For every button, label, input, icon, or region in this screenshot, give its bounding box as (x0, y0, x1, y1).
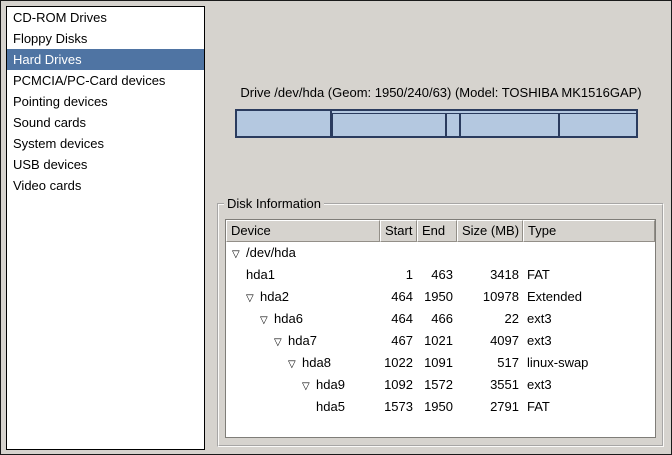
device-cell: ▽hda8 (226, 352, 380, 374)
partition-segment-hda9 (460, 113, 559, 137)
table-row-hda1[interactable]: hda1 14633418FAT (226, 264, 655, 286)
type-cell: FAT (523, 396, 655, 418)
device-name: hda2 (260, 289, 289, 304)
size-cell: 3551 (457, 374, 523, 396)
start-cell: 467 (380, 330, 417, 352)
end-cell: 1572 (417, 374, 457, 396)
end-cell: 1091 (417, 352, 457, 374)
expander-icon[interactable]: ▽ (232, 244, 246, 264)
start-cell: 464 (380, 286, 417, 308)
start-cell: 1 (380, 264, 417, 286)
expander-icon[interactable]: ▽ (288, 354, 302, 374)
column-header-device[interactable]: Device (226, 220, 380, 242)
table-body: ▽/dev/hdahda114633418FAT▽hda246419501097… (226, 242, 655, 418)
device-name: hda5 (316, 399, 345, 414)
sidebar-item-floppy-disks[interactable]: Floppy Disks (7, 28, 204, 49)
start-cell: 1573 (380, 396, 417, 418)
table-row-hda5[interactable]: hda5 157319502791FAT (226, 396, 655, 418)
device-cell: hda5 (226, 396, 380, 418)
drive-title: Drive /dev/hda (Geom: 1950/240/63) (Mode… (217, 85, 665, 100)
table-row-hda9[interactable]: ▽hda9109215723551ext3 (226, 374, 655, 396)
table-row-hda6[interactable]: ▽hda646446622ext3 (226, 308, 655, 330)
type-cell: ext3 (523, 330, 655, 352)
device-cell: hda1 (226, 264, 380, 286)
device-name: hda7 (288, 333, 317, 348)
table-row-dev-hda[interactable]: ▽/dev/hda (226, 242, 655, 264)
expander-icon[interactable]: ▽ (260, 310, 274, 330)
end-cell: 466 (417, 308, 457, 330)
device-name: hda9 (316, 377, 345, 392)
end-cell: 1950 (417, 286, 457, 308)
expander-icon[interactable]: ▽ (274, 332, 288, 352)
device-cell: ▽hda7 (226, 330, 380, 352)
type-cell: ext3 (523, 308, 655, 330)
partition-segment-hda1 (236, 110, 331, 137)
table-row-hda7[interactable]: ▽hda746710214097ext3 (226, 330, 655, 352)
end-cell: 1950 (417, 396, 457, 418)
device-name: hda1 (246, 267, 275, 282)
partition-segment-hda5 (559, 113, 637, 137)
device-cell: ▽hda6 (226, 308, 380, 330)
size-cell: 2791 (457, 396, 523, 418)
start-cell: 464 (380, 308, 417, 330)
start-cell: 1092 (380, 374, 417, 396)
size-cell: 3418 (457, 264, 523, 286)
type-cell (523, 242, 655, 264)
end-cell: 1021 (417, 330, 457, 352)
size-cell (457, 242, 523, 264)
expander-icon[interactable]: ▽ (302, 376, 316, 396)
device-cell: ▽/dev/hda (226, 242, 380, 264)
sidebar-item-hard-drives[interactable]: Hard Drives (7, 49, 204, 70)
table-row-hda8[interactable]: ▽hda810221091517linux-swap (226, 352, 655, 374)
column-header-end[interactable]: End (417, 220, 457, 242)
sidebar-item-video-cards[interactable]: Video cards (7, 175, 204, 196)
size-cell: 517 (457, 352, 523, 374)
table-header-row: DeviceStartEndSize (MB)Type (226, 220, 655, 242)
sidebar-item-system-devices[interactable]: System devices (7, 133, 204, 154)
type-cell: FAT (523, 264, 655, 286)
table-row-hda2[interactable]: ▽hda2464195010978Extended (226, 286, 655, 308)
device-name: hda6 (274, 311, 303, 326)
device-name: /dev/hda (246, 245, 296, 260)
device-cell: ▽hda9 (226, 374, 380, 396)
type-cell: ext3 (523, 374, 655, 396)
column-header-start[interactable]: Start (380, 220, 417, 242)
size-cell: 4097 (457, 330, 523, 352)
device-category-list: CD-ROM DrivesFloppy DisksHard DrivesPCMC… (6, 6, 205, 450)
device-cell: ▽hda2 (226, 286, 380, 308)
device-name: hda8 (302, 355, 331, 370)
disk-information-label: Disk Information (224, 196, 324, 211)
sidebar-item-usb-devices[interactable]: USB devices (7, 154, 204, 175)
partition-segment-hda7 (332, 113, 446, 137)
size-cell: 10978 (457, 286, 523, 308)
start-cell (380, 242, 417, 264)
end-cell: 463 (417, 264, 457, 286)
hardware-browser-window: CD-ROM DrivesFloppy DisksHard DrivesPCMC… (0, 0, 672, 455)
partition-bar (235, 109, 638, 138)
disk-information-frame: Disk Information DeviceStartEndSize (MB)… (217, 196, 664, 447)
sidebar-item-pointing-devices[interactable]: Pointing devices (7, 91, 204, 112)
size-cell: 22 (457, 308, 523, 330)
type-cell: linux-swap (523, 352, 655, 374)
column-header-size-mb[interactable]: Size (MB) (457, 220, 523, 242)
type-cell: Extended (523, 286, 655, 308)
sidebar-item-sound-cards[interactable]: Sound cards (7, 112, 204, 133)
start-cell: 1022 (380, 352, 417, 374)
column-header-type[interactable]: Type (523, 220, 655, 242)
sidebar-item-pcmcia-pc-card-devices[interactable]: PCMCIA/PC-Card devices (7, 70, 204, 91)
sidebar-item-cd-rom-drives[interactable]: CD-ROM Drives (7, 7, 204, 28)
expander-icon[interactable]: ▽ (246, 288, 260, 308)
partition-segment-hda8 (446, 113, 460, 137)
disk-information-table: DeviceStartEndSize (MB)Type ▽/dev/hdahda… (225, 219, 656, 438)
end-cell (417, 242, 457, 264)
